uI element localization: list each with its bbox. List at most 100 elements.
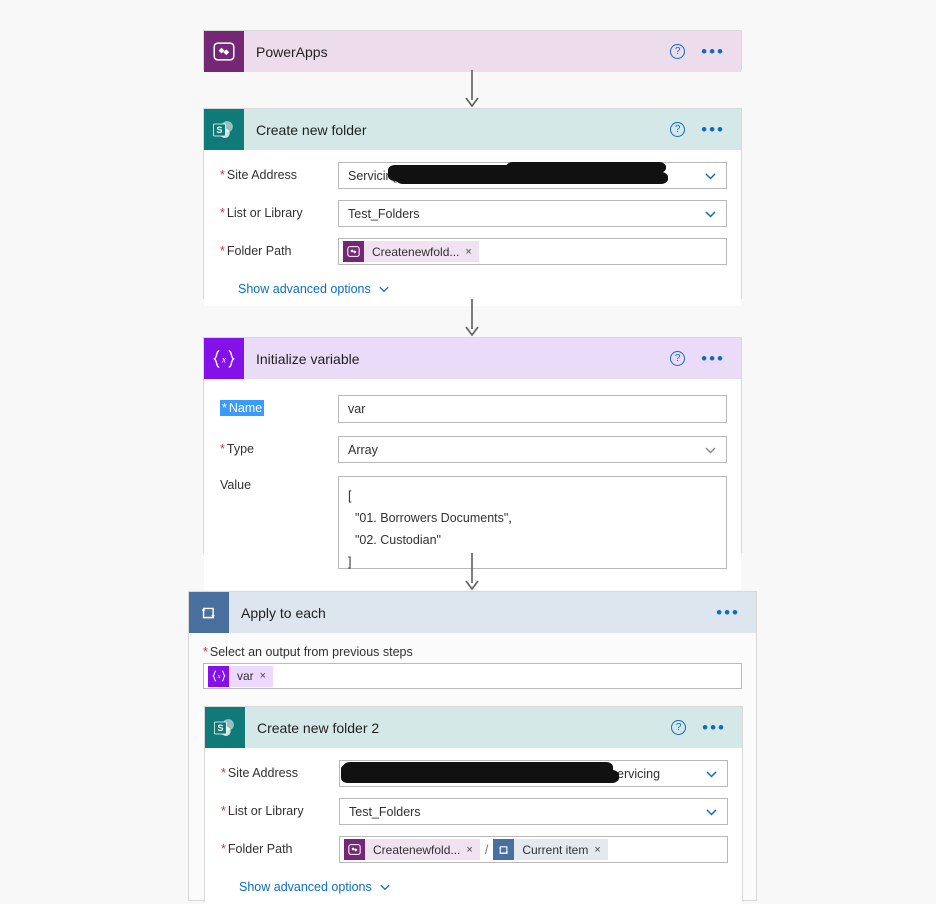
help-icon[interactable]: ? — [670, 44, 686, 59]
variable-value-textarea[interactable]: [ "01. Borrowers Documents", "02. Custod… — [338, 476, 727, 569]
show-advanced-options-label: Show advanced options — [238, 282, 371, 296]
flow-step-apply-to-each[interactable]: Apply to each ••• * Select an output from… — [188, 591, 757, 904]
show-advanced-options-link[interactable]: Show advanced options — [239, 880, 391, 894]
chevron-down-icon — [704, 207, 717, 220]
flow-step-powerapps-trigger[interactable]: PowerApps ? ••• — [203, 30, 742, 72]
more-menu-icon[interactable]: ••• — [716, 604, 740, 621]
more-menu-icon[interactable]: ••• — [702, 719, 726, 736]
field-list-or-library: * List or Library Test_Folders — [221, 798, 728, 825]
help-icon[interactable]: ? — [670, 351, 686, 366]
redaction-scribble — [396, 172, 668, 184]
field-control: Servicing — [338, 162, 727, 189]
list-or-library-dropdown[interactable]: Test_Folders — [339, 798, 728, 825]
help-icon[interactable]: ? — [671, 720, 687, 735]
required-marker: * — [221, 766, 226, 780]
field-control: Createnewfold... × / Current item × — [339, 836, 728, 863]
loop-body: * Select an output from previous steps x … — [189, 633, 756, 689]
loop-input-label: * Select an output from previous steps — [203, 645, 413, 659]
variable-type-dropdown[interactable]: Array — [338, 436, 727, 463]
field-label: * Site Address — [221, 766, 299, 780]
connector-arrow-1 — [462, 70, 482, 108]
required-marker: * — [203, 645, 208, 659]
svg-text:x: x — [216, 674, 220, 680]
more-menu-icon[interactable]: ••• — [701, 121, 725, 138]
list-or-library-value: Test_Folders — [349, 804, 421, 819]
variable-type-value: Array — [348, 442, 378, 457]
flow-step-create-new-folder-2[interactable]: S Create new folder 2 ? ••• * Site Addres… — [204, 706, 743, 904]
step-header[interactable]: S Create new folder ? ••• — [204, 109, 741, 150]
loop-input-field[interactable]: x var × — [203, 663, 742, 689]
flow-step-create-new-folder[interactable]: S Create new folder ? ••• * Site Address … — [203, 108, 742, 306]
field-folder-path: * Folder Path — [220, 238, 727, 265]
chevron-down-icon — [704, 443, 717, 456]
required-marker: * — [222, 401, 227, 415]
chevron-down-icon — [705, 805, 718, 818]
flow-step-initialize-variable[interactable]: x Initialize variable ? ••• * Name var *… — [203, 337, 742, 590]
powerapps-icon — [343, 241, 364, 262]
folder-path-input[interactable]: Createnewfold... × / Current item × — [339, 836, 728, 863]
step-header[interactable]: S Create new folder 2 ? ••• — [205, 707, 742, 748]
token-label: Createnewfold... — [372, 244, 460, 259]
list-or-library-value: Test_Folders — [348, 206, 420, 221]
selected-label-highlight: * Name — [220, 400, 265, 416]
connector-arrow-3 — [462, 553, 482, 591]
token-chip-variable[interactable]: x var × — [208, 665, 274, 687]
token-label: var — [237, 669, 254, 683]
loop-header[interactable]: Apply to each ••• — [189, 592, 756, 633]
required-marker: * — [220, 244, 225, 258]
required-marker: * — [220, 168, 225, 182]
field-label: * Folder Path — [220, 244, 292, 258]
token-chip-current-item[interactable]: Current item × — [493, 839, 608, 860]
chevron-down-icon — [380, 884, 390, 891]
variable-name-input[interactable]: var — [338, 395, 727, 423]
token-chip-powerapps[interactable]: Createnewfold... × — [344, 839, 480, 860]
chevron-down-icon — [705, 767, 718, 780]
required-marker: * — [220, 442, 225, 456]
step-header[interactable]: x Initialize variable ? ••• — [204, 338, 741, 379]
field-control: Test_Folders — [338, 200, 727, 227]
header-actions: ? ••• — [670, 43, 741, 60]
more-menu-icon[interactable]: ••• — [701, 43, 725, 60]
variable-icon: x — [204, 338, 244, 379]
field-control: Array — [338, 436, 727, 463]
token-chip-powerapps[interactable]: Createnewfold... × — [343, 241, 479, 262]
redaction-scribble — [341, 764, 401, 783]
loop-icon — [189, 592, 229, 633]
connector-arrow-2 — [462, 299, 482, 337]
sharepoint-icon: S — [204, 109, 244, 150]
variable-name-value: var — [348, 402, 366, 416]
token-remove-icon[interactable]: × — [466, 844, 479, 856]
redaction-scribble — [506, 162, 666, 173]
token-remove-icon[interactable]: × — [594, 844, 607, 856]
token-remove-icon[interactable]: × — [260, 670, 273, 682]
list-or-library-dropdown[interactable]: Test_Folders — [338, 200, 727, 227]
step-title: PowerApps — [256, 43, 328, 60]
step-body: * Site Address ervicing * List or Librar… — [205, 748, 742, 904]
svg-text:S: S — [216, 125, 222, 135]
site-address-value: ervicing — [617, 766, 661, 781]
field-control: ervicing — [339, 760, 728, 787]
token-body: Current item × — [514, 839, 608, 860]
required-marker: * — [220, 206, 225, 220]
powerapps-icon — [204, 31, 244, 72]
token-body: Createnewfold... × — [365, 839, 480, 860]
field-folder-path: * Folder Path — [221, 836, 728, 863]
chevron-down-icon — [704, 169, 717, 182]
header-actions: ? ••• — [670, 121, 741, 138]
field-variable-type: * Type Array — [220, 436, 727, 463]
show-advanced-options-link[interactable]: Show advanced options — [238, 282, 390, 296]
required-marker: * — [221, 842, 226, 856]
folder-path-input[interactable]: Createnewfold... × — [338, 238, 727, 265]
field-label: * Name — [220, 395, 338, 416]
field-label: Value — [220, 478, 252, 492]
token-body: var × — [229, 665, 274, 687]
step-title: Create new folder — [256, 121, 367, 138]
field-label: * List or Library — [221, 804, 304, 818]
step-header[interactable]: PowerApps ? ••• — [204, 31, 741, 72]
token-remove-icon[interactable]: × — [465, 246, 478, 258]
token-label: Createnewfold... — [373, 842, 461, 857]
more-menu-icon[interactable]: ••• — [701, 350, 725, 367]
token-separator: / — [484, 842, 489, 857]
help-icon[interactable]: ? — [670, 122, 686, 137]
field-label: * Site Address — [220, 168, 298, 182]
